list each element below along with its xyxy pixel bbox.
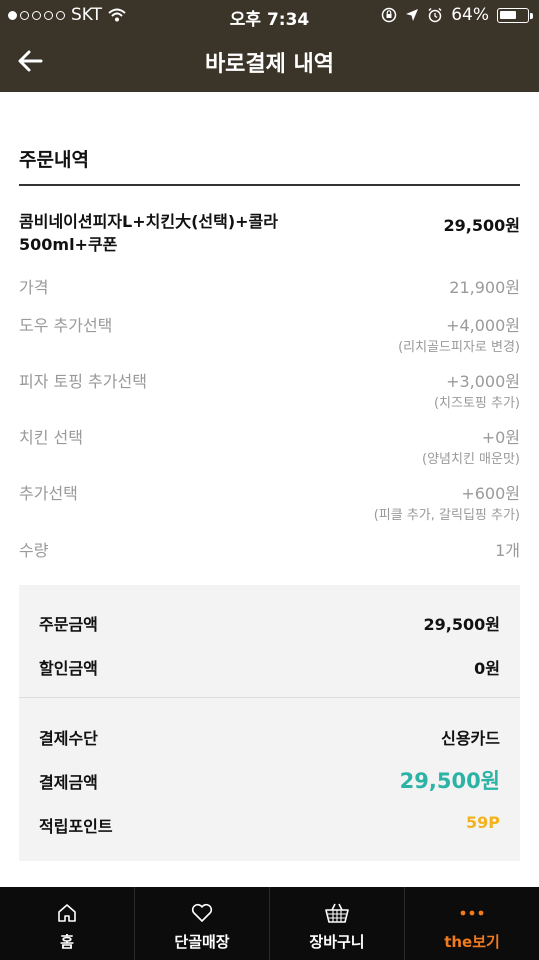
order-amount-value: 29,500원 [423, 615, 500, 634]
option-label: 추가선택 [19, 484, 78, 503]
status-right: 64% [381, 5, 533, 25]
option-label: 피자 토핑 추가선택 [19, 372, 147, 391]
bottom-tab-bar: 홈 단골매장 장바구니 the보기 [0, 887, 539, 960]
payment-amount-label: 결제금액 [39, 773, 98, 792]
option-label: 수량 [19, 541, 49, 560]
section-divider [19, 184, 520, 186]
page-title: 바로결제 내역 [204, 52, 335, 77]
option-note: (양념치킨 매운맛) [422, 452, 520, 467]
payment-method-value: 신용카드 [441, 729, 500, 748]
alarm-icon [428, 7, 442, 23]
option-note: (리치골드피자로 변경) [398, 340, 520, 355]
option-note: (피클 추가, 갈릭딥핑 추가) [373, 508, 520, 523]
payment-amount-value: 29,500원 [399, 769, 500, 793]
more-dots-icon [460, 910, 484, 916]
option-value: 1개 [495, 541, 520, 560]
option-value: +4,000원 [446, 316, 520, 335]
payment-summary: 주문금액 29,500원 할인금액 0원 결제수단 신용카드 결제금액 29,5… [19, 585, 520, 861]
summary-divider [19, 697, 520, 698]
option-value: +3,000원 [446, 372, 520, 391]
status-bar: SKT 오후 7:34 64% [0, 0, 539, 30]
battery-icon [497, 7, 533, 23]
tab-label: the보기 [444, 933, 500, 951]
payment-method-label: 결제수단 [39, 729, 98, 748]
option-value: +0원 [481, 428, 520, 447]
nav-bar: 바로결제 내역 [0, 30, 539, 92]
option-value: 21,900원 [449, 278, 520, 297]
option-value: +600원 [461, 484, 520, 503]
tab-label: 단골매장 [174, 933, 230, 951]
product-name: 콤비네이션피자L+치킨大(선택)+콜라500ml+쿠폰 [19, 212, 278, 254]
basket-icon [325, 903, 349, 923]
rotation-lock-icon [381, 7, 397, 23]
tab-cart[interactable]: 장바구니 [269, 887, 404, 960]
tab-favorite-stores[interactable]: 단골매장 [134, 887, 269, 960]
tab-label: 장바구니 [309, 933, 365, 951]
home-icon [58, 904, 76, 922]
points-value: 59P [466, 813, 500, 832]
order-amount-label: 주문금액 [39, 615, 98, 634]
tab-label: 홈 [60, 933, 74, 951]
tab-home[interactable]: 홈 [0, 887, 134, 960]
discount-value: 0원 [474, 659, 500, 678]
option-label: 도우 추가선택 [19, 316, 113, 335]
points-label: 적립포인트 [39, 817, 113, 836]
product-price: 29,500원 [443, 216, 520, 235]
order-section-title: 주문내역 [19, 149, 89, 171]
location-icon [406, 9, 419, 21]
option-note: (치즈토핑 추가) [433, 396, 520, 411]
option-label: 가격 [19, 278, 49, 297]
discount-label: 할인금액 [39, 659, 98, 678]
option-label: 치킨 선택 [19, 428, 83, 447]
tab-more[interactable]: the보기 [404, 887, 539, 960]
heart-icon [191, 903, 213, 922]
battery-percent: 64% [451, 5, 489, 25]
